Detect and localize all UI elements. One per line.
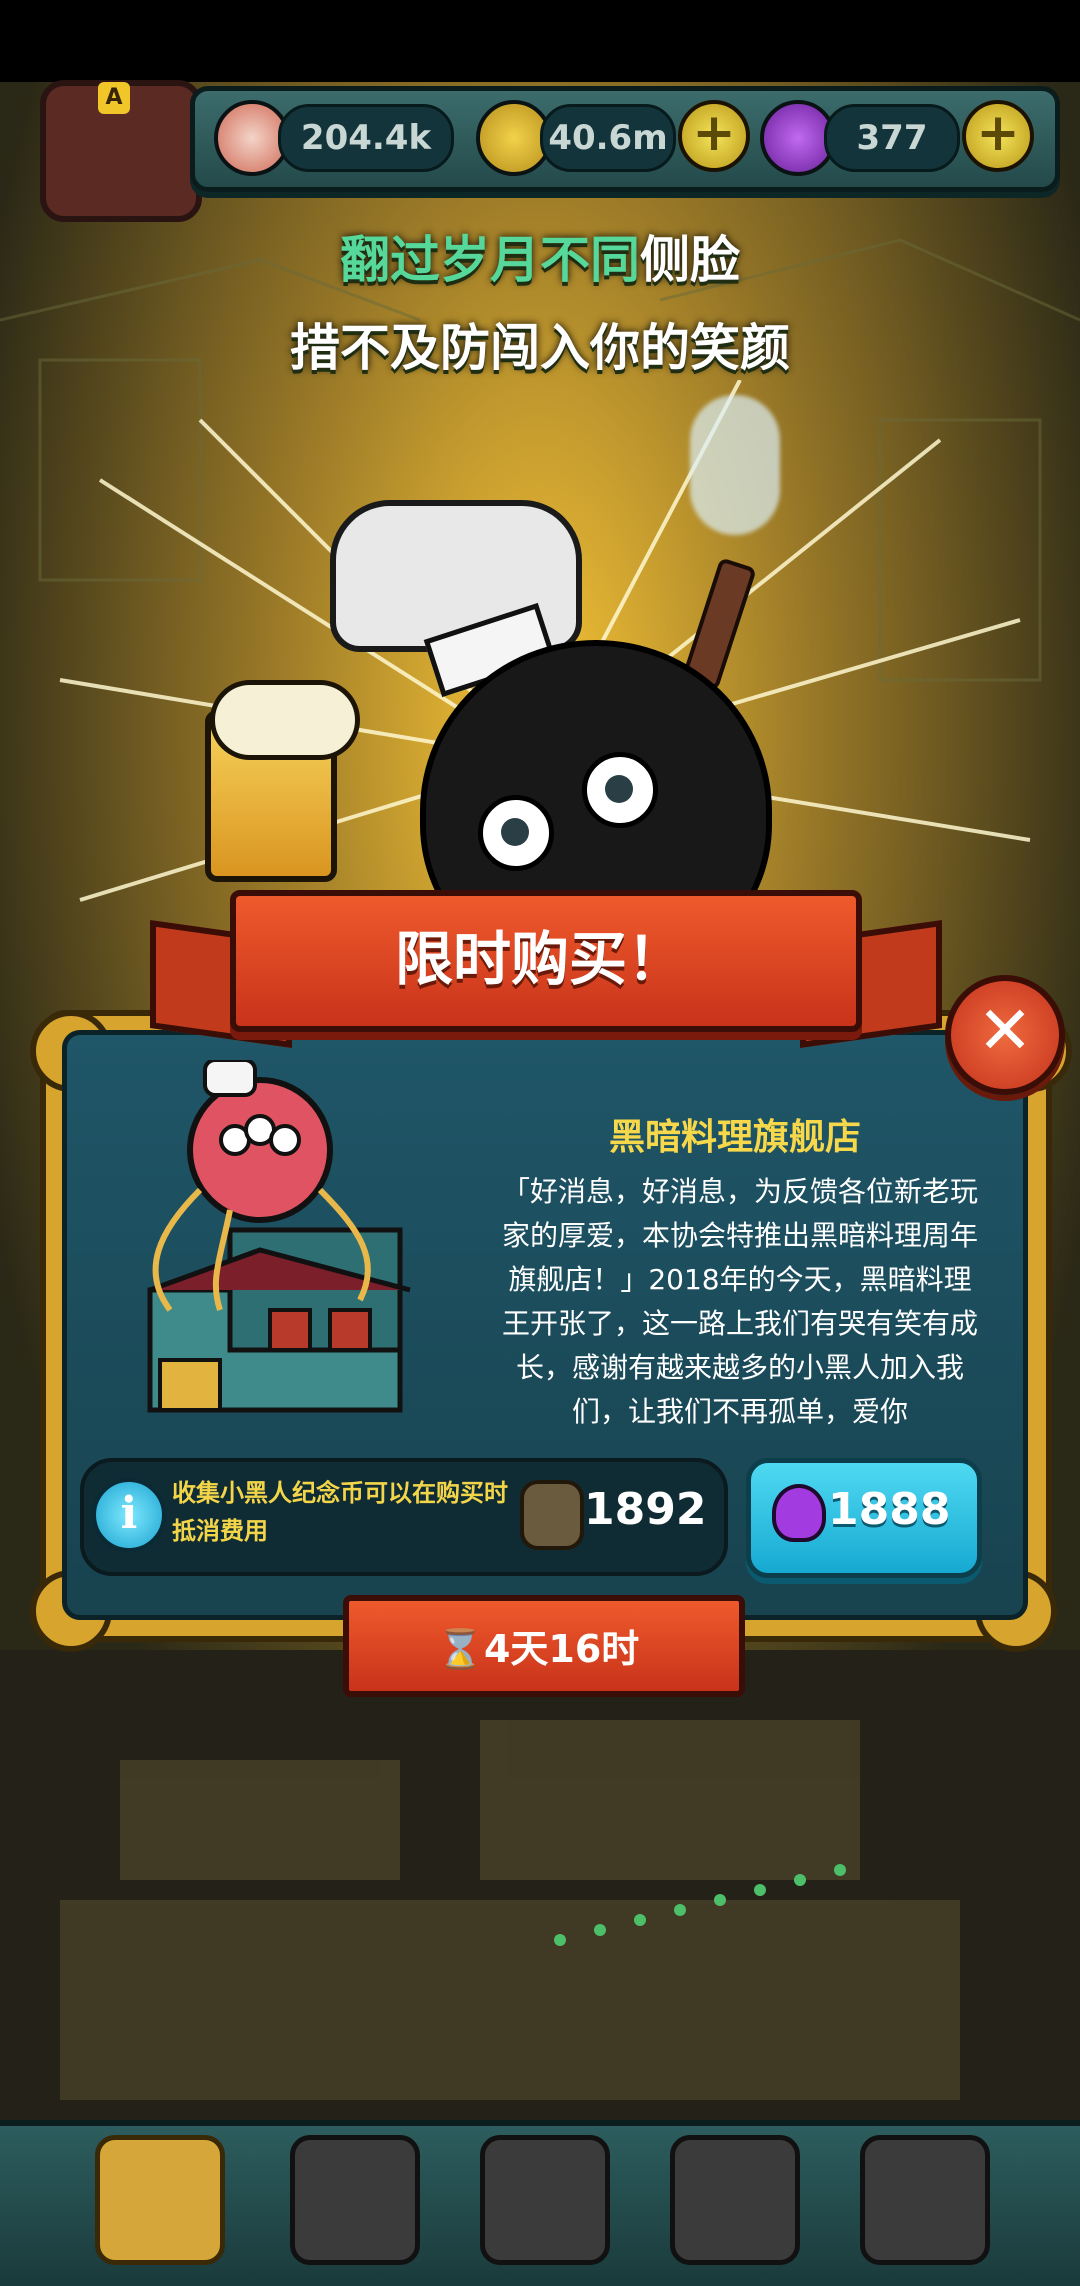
- nav-shop[interactable]: [95, 2135, 225, 2265]
- countdown-timer: ⌛4天16时: [436, 1627, 640, 1671]
- potions-count: 377: [824, 104, 960, 172]
- popup-title: 限时购买！: [394, 925, 685, 993]
- nav-recipe-book[interactable]: [480, 2135, 610, 2265]
- mascot-eye-right: [582, 752, 658, 828]
- close-icon: ✕: [977, 992, 1033, 1069]
- memorial-coin-count: 1892: [584, 1484, 707, 1535]
- coins-count: 40.6m: [540, 104, 676, 172]
- cigar-smoke: [690, 395, 780, 535]
- eyes-count: 204.4k: [278, 104, 454, 172]
- nav-kitchen[interactable]: [290, 2135, 420, 2265]
- add-potions-button[interactable]: +: [962, 100, 1034, 172]
- rank-badge: A: [98, 82, 130, 114]
- slogan-highlight: 翻过岁月不同: [340, 231, 640, 289]
- nav-menu[interactable]: [860, 2135, 990, 2265]
- slogan-line-1: 翻过岁月不同侧脸: [0, 220, 1080, 292]
- coin-info-text: 收集小黑人纪念币可以在购买时抵消费用: [172, 1479, 508, 1545]
- status-bar: [0, 0, 1080, 82]
- potion-icon: [772, 1484, 826, 1542]
- buy-price[interactable]: 1888: [828, 1484, 950, 1535]
- slogan-tail: 侧脸: [640, 231, 740, 289]
- add-coins-button[interactable]: +: [678, 100, 750, 172]
- shop-building-art: [147, 1060, 411, 1413]
- mascot-eye-left: [478, 795, 554, 871]
- close-button[interactable]: ✕: [945, 975, 1065, 1095]
- memorial-coin-icon: [520, 1480, 584, 1550]
- slogan-line-2: 措不及防闯入你的笑颜: [290, 319, 790, 377]
- shop-description: 「好消息，好消息，为反馈各位新老玩家的厚爱，本协会特推出黑暗料理周年旗舰店！」2…: [501, 1175, 978, 1428]
- info-icon[interactable]: i: [92, 1478, 166, 1552]
- beer-foam: [210, 680, 360, 760]
- shop-name: 黑暗料理旗舰店: [608, 1117, 861, 1158]
- nav-bag[interactable]: [670, 2135, 800, 2265]
